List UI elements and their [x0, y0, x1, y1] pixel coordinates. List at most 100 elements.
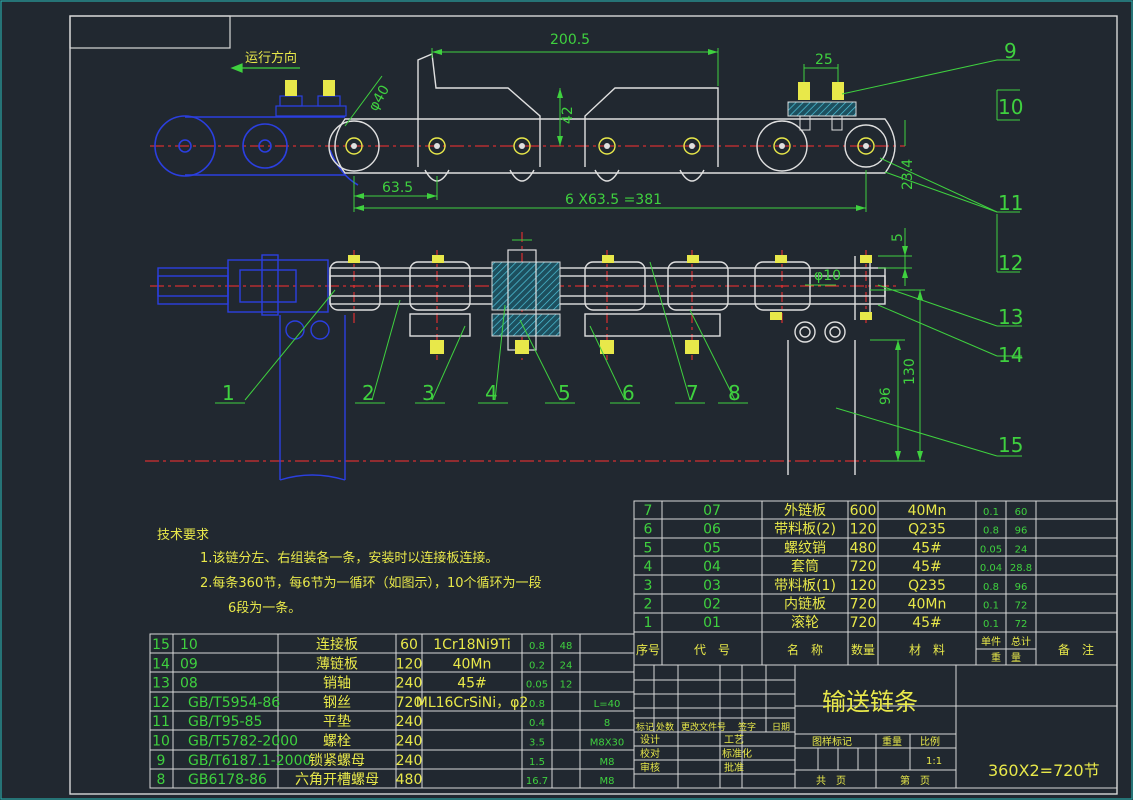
parts-upper-cell: 滚轮: [791, 614, 819, 631]
parts-lower-cell: 0.8: [529, 641, 545, 652]
parts-upper-cell: 01: [703, 615, 721, 631]
sign-change-doc: 更改文件号: [681, 721, 726, 733]
parts-list-lower-text: 15 10 连接板 60 1Cr18Ni9Ti 0.8 48 14 09 薄链板 120 40Mn 0.…: [152, 636, 624, 788]
parts-upper-cell: 带料板(2): [774, 522, 836, 538]
parts-upper-cell: 600: [850, 503, 877, 519]
parts-upper-cell: 45#: [912, 559, 942, 575]
header-unit: 单件: [981, 636, 1001, 648]
parts-lower-cell: 六角开槽螺母: [295, 772, 379, 788]
role-review: 审核: [640, 761, 660, 774]
parts-lower-cell: 3.5: [529, 738, 545, 749]
parts-lower-cell: 11: [152, 714, 170, 730]
parts-upper-cell: 0.1: [983, 507, 999, 518]
parts-lower-cell: 13: [152, 676, 170, 692]
parts-lower-cell: M8: [600, 757, 615, 768]
sheets-total: 共 页: [816, 775, 846, 787]
role-design: 设计: [640, 733, 660, 746]
parts-lower-cell: 0.2: [529, 660, 545, 671]
parts-lower-cell: 14: [152, 656, 170, 672]
parts-upper-cell: Q235: [908, 578, 946, 594]
header-no: 序号: [636, 642, 660, 657]
balloon-9: 9: [1004, 39, 1017, 63]
drawing-title: 输送链条: [822, 688, 918, 716]
dim-25: 25: [815, 52, 833, 68]
parts-lower-cell: 0.8: [529, 699, 545, 710]
parts-upper-cell: 带料板(1): [774, 578, 836, 594]
dim-381: 6 X63.5 =381: [565, 192, 662, 208]
dim-phi10: φ10: [814, 268, 841, 284]
parts-upper-cell: 120: [850, 578, 877, 594]
balloon-7: 7: [686, 381, 699, 405]
parts-upper-cell: 5: [644, 540, 653, 556]
parts-lower-cell: 240: [396, 734, 423, 750]
parts-lower-cell: 钢丝: [323, 695, 351, 711]
parts-upper-cell: Q235: [908, 522, 946, 538]
bracket-section: [787, 101, 857, 117]
scale-value: 1:1: [926, 756, 942, 767]
header-name: 名 称: [787, 642, 823, 657]
parts-upper-cell: 1: [644, 615, 653, 631]
parts-lower-cell: GB6178-86: [188, 772, 267, 788]
bracket-bolt-shanks: [799, 115, 843, 131]
balloon-5: 5: [558, 381, 571, 405]
direction-label: 运行方向: [245, 50, 297, 66]
plan-dimension-arrows: [895, 246, 923, 461]
parts-lower-cell: 240: [396, 714, 423, 730]
parts-upper-cell: 0.8: [983, 526, 999, 537]
parts-upper-cell: 24: [1015, 544, 1028, 555]
parts-lower-cell: 480: [396, 772, 423, 788]
balloon-12: 12: [998, 251, 1023, 275]
parts-lower-cell: 0.05: [526, 680, 548, 691]
parts-upper-cell: 07: [703, 503, 721, 519]
parts-lower-cell: 40Mn: [453, 656, 492, 672]
parts-lower-cell: 240: [396, 676, 423, 692]
parts-upper-cell: 06: [703, 522, 721, 538]
parts-lower-cell: 45#: [457, 676, 487, 692]
inner-frame: [69, 15, 1118, 795]
parts-upper-cell: 3: [644, 578, 653, 594]
dim-130: 130: [902, 358, 918, 385]
parts-lower-cell: 8: [157, 772, 166, 788]
parts-lower-cell: 0.4: [529, 718, 545, 729]
tech-req-line-2: 2.每条360节，每6节为一循环（如图示），10个循环为一段: [200, 575, 542, 591]
parts-upper-cell: 0.1: [983, 619, 999, 630]
left-chain-segment: [154, 115, 359, 186]
parts-upper-cell: 0.05: [980, 544, 1002, 555]
parts-lower-cell: 240: [396, 753, 423, 769]
parts-lower-cell: M8X30: [590, 738, 625, 749]
role-approve: 批准: [724, 761, 744, 774]
front-dimension-lines: [344, 48, 1020, 213]
parts-lower-cell: GB/T6187.1-2000: [188, 753, 311, 769]
parts-upper-cell: 0.1: [983, 601, 999, 612]
parts-upper-cell: 40Mn: [908, 503, 947, 519]
stage-mark-label: 图样标记: [812, 735, 852, 748]
role-check: 校对: [640, 747, 660, 760]
weight-label: 重量: [882, 735, 902, 748]
parts-upper-cell: 480: [850, 540, 877, 556]
balloon-15: 15: [998, 433, 1023, 457]
parts-upper-cell: 外链板: [784, 503, 826, 519]
parts-upper-cell: 6: [644, 522, 653, 538]
parts-lower-cell: M8: [600, 776, 615, 787]
parts-lower-cell: 60: [400, 637, 418, 653]
balloon-13: 13: [998, 305, 1023, 329]
sign-signature: 签字: [738, 721, 756, 733]
parts-lower-cell: 48: [560, 641, 573, 652]
parts-lower-cell: 连接板: [316, 636, 358, 653]
dim-5: 5: [890, 233, 906, 242]
balloon-6: 6: [622, 381, 635, 405]
parts-lower-cell: 10: [152, 734, 170, 750]
parts-upper-cell: 96: [1015, 526, 1028, 537]
plan-chain-outline: [329, 256, 886, 475]
role-standard: 标准化: [722, 747, 752, 760]
parts-upper-cell: 40Mn: [908, 597, 947, 613]
balloon-14: 14: [998, 343, 1023, 367]
bracket-bolts: [798, 82, 844, 100]
parts-lower-cell: 8: [604, 718, 610, 729]
parts-upper-cell: 45#: [912, 540, 942, 556]
parts-lower-cell: 12: [560, 680, 573, 691]
dim-200-5: 200.5: [550, 32, 590, 48]
tech-req-line-1: 1.该链分左、右组装各一条，安装时以连接板连接。: [200, 550, 498, 566]
parts-upper-cell: 72: [1015, 601, 1028, 612]
parts-upper-cell: 7: [644, 503, 653, 519]
